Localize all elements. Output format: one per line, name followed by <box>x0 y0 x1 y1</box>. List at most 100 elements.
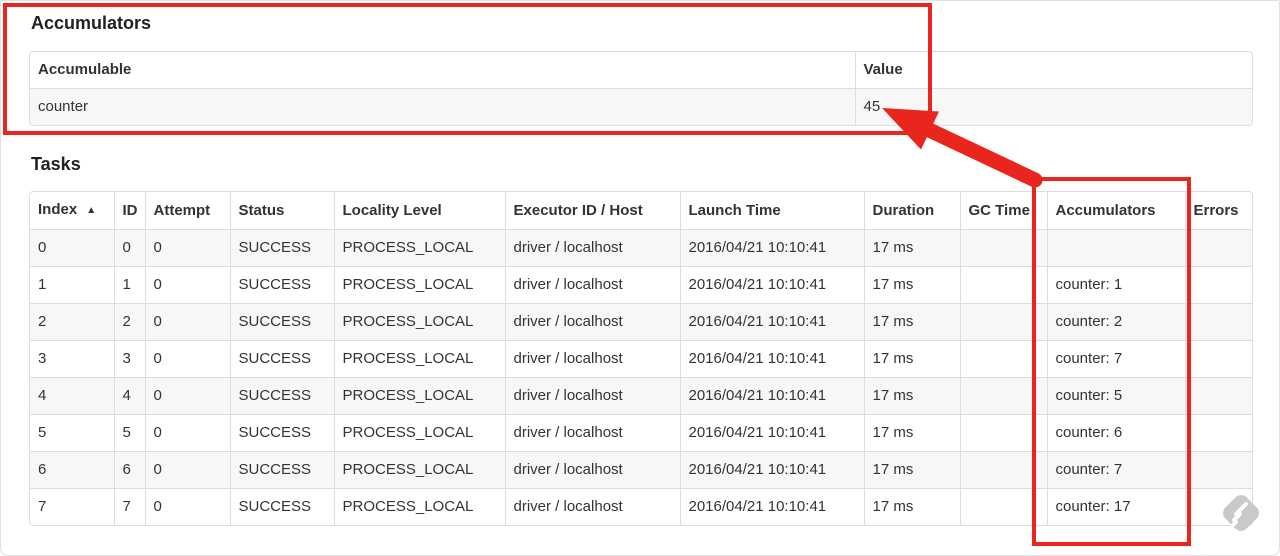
table-cell: driver / localhost <box>504 414 681 452</box>
accumulators-table-frame: Accumulable Value counter 45 <box>29 51 1253 126</box>
table-cell: driver / localhost <box>504 303 681 341</box>
table-cell: 2016/04/21 10:10:41 <box>679 340 865 378</box>
table-cell <box>1184 451 1252 489</box>
tasks-table-header: Index ▲ ID Attempt Status Locality Level Execu… <box>30 192 1252 230</box>
column-header[interactable]: Value <box>854 52 1252 89</box>
sort-ascending-icon: ▲ <box>86 205 97 216</box>
table-cell: SUCCESS <box>229 377 335 415</box>
table-cell: PROCESS_LOCAL <box>333 229 506 267</box>
table-cell: counter: 17 <box>1046 488 1186 525</box>
table-cell: SUCCESS <box>229 488 335 525</box>
tasks-table-body: 0 0 0 SUCCESS PROCESS_LOCAL driver / localhos… <box>30 229 1252 525</box>
column-header[interactable]: GC Time <box>959 192 1048 230</box>
table-cell: 5 <box>113 414 146 452</box>
table-cell: 4 <box>30 377 115 415</box>
table-row: 6 6 0 SUCCESS PROCESS_LOCAL driver / localhos… <box>30 451 1252 489</box>
table-cell: PROCESS_LOCAL <box>333 377 506 415</box>
table-cell: 0 <box>30 229 115 267</box>
table-row: 5 5 0 SUCCESS PROCESS_LOCAL driver / localhos… <box>30 414 1252 452</box>
table-cell <box>959 340 1048 378</box>
table-row: 4 4 0 SUCCESS PROCESS_LOCAL driver / localhos… <box>30 377 1252 415</box>
column-header[interactable]: Errors <box>1184 192 1252 230</box>
column-header[interactable]: ID <box>113 192 146 230</box>
table-cell: counter: 7 <box>1046 340 1186 378</box>
table-cell: 17 ms <box>863 451 961 489</box>
table-cell: 2 <box>30 303 115 341</box>
table-cell: PROCESS_LOCAL <box>333 303 506 341</box>
table-cell: 17 ms <box>863 266 961 304</box>
accumulators-table: Accumulable Value counter 45 <box>30 52 1252 125</box>
table-cell: SUCCESS <box>229 340 335 378</box>
table-cell: 2016/04/21 10:10:41 <box>679 303 865 341</box>
table-cell: 3 <box>113 340 146 378</box>
table-cell: counter: 5 <box>1046 377 1186 415</box>
accumulators-table-body: counter 45 <box>30 88 1252 125</box>
table-cell: counter: 6 <box>1046 414 1186 452</box>
column-header[interactable]: Attempt <box>144 192 231 230</box>
table-row: 1 1 0 SUCCESS PROCESS_LOCAL driver / localhos… <box>30 266 1252 304</box>
column-header[interactable]: Accumulators <box>1046 192 1186 230</box>
table-cell: 0 <box>144 414 231 452</box>
table-cell: 2016/04/21 10:10:41 <box>679 414 865 452</box>
table-cell <box>959 414 1048 452</box>
column-header[interactable]: Accumulable <box>30 52 856 89</box>
table-cell: 0 <box>144 451 231 489</box>
table-cell: SUCCESS <box>229 266 335 304</box>
table-cell: 0 <box>144 377 231 415</box>
table-cell: 0 <box>144 229 231 267</box>
column-header[interactable]: Duration <box>863 192 961 230</box>
table-cell: 0 <box>144 266 231 304</box>
table-cell: SUCCESS <box>229 451 335 489</box>
table-cell: 7 <box>30 488 115 525</box>
table-cell: PROCESS_LOCAL <box>333 451 506 489</box>
table-cell <box>959 303 1048 341</box>
table-cell: 2016/04/21 10:10:41 <box>679 266 865 304</box>
accumulators-table-header: Accumulable Value <box>30 52 1252 89</box>
table-cell: driver / localhost <box>504 340 681 378</box>
tasks-table-frame: Index ▲ ID Attempt Status Locality Level Execu… <box>29 191 1253 526</box>
table-cell: 2 <box>113 303 146 341</box>
table-cell <box>1184 266 1252 304</box>
table-cell: 17 ms <box>863 488 961 525</box>
column-header[interactable]: Status <box>229 192 335 230</box>
table-row: 2 2 0 SUCCESS PROCESS_LOCAL driver / localhos… <box>30 303 1252 341</box>
table-cell: driver / localhost <box>504 451 681 489</box>
accumulators-heading: Accumulators <box>31 13 152 33</box>
table-cell <box>959 451 1048 489</box>
table-cell: 0 <box>144 340 231 378</box>
table-cell <box>959 266 1048 304</box>
table-cell <box>1184 377 1252 415</box>
table-cell: 17 ms <box>863 414 961 452</box>
table-row: 0 0 0 SUCCESS PROCESS_LOCAL driver / localhos… <box>30 229 1252 267</box>
table-cell: 1 <box>30 266 115 304</box>
tasks-section: Tasks Index ▲ ID Attempt Status Locality Leve… <box>29 153 1253 526</box>
screenshot-watermark-icon <box>1223 495 1259 531</box>
table-cell: 7 <box>113 488 146 525</box>
table-cell: 2016/04/21 10:10:41 <box>679 229 865 267</box>
table-cell <box>1046 229 1186 267</box>
table-cell: PROCESS_LOCAL <box>333 340 506 378</box>
table-cell: 4 <box>113 377 146 415</box>
column-header[interactable]: Executor ID / Host <box>504 192 681 230</box>
table-cell <box>1184 229 1252 267</box>
column-header[interactable]: Index ▲ <box>30 192 115 230</box>
table-cell: 5 <box>30 414 115 452</box>
table-cell: 0 <box>144 488 231 525</box>
table-cell: 6 <box>30 451 115 489</box>
accumulators-section: Accumulators Accumulable Value counter 45 <box>29 12 1253 126</box>
table-cell: 0 <box>113 229 146 267</box>
column-header[interactable]: Locality Level <box>333 192 506 230</box>
table-cell: counter: 1 <box>1046 266 1186 304</box>
spark-stage-detail-page: Accumulators Accumulable Value counter 45 … <box>0 0 1280 556</box>
table-cell: 17 ms <box>863 340 961 378</box>
tasks-heading: Tasks <box>31 154 81 174</box>
table-cell: counter: 2 <box>1046 303 1186 341</box>
table-cell: driver / localhost <box>504 229 681 267</box>
table-cell: 17 ms <box>863 229 961 267</box>
page-content: Accumulators Accumulable Value counter 45 … <box>1 1 1279 526</box>
table-cell: 17 ms <box>863 303 961 341</box>
table-cell: PROCESS_LOCAL <box>333 488 506 525</box>
table-cell: SUCCESS <box>229 303 335 341</box>
table-cell: 2016/04/21 10:10:41 <box>679 377 865 415</box>
column-header[interactable]: Launch Time <box>679 192 865 230</box>
